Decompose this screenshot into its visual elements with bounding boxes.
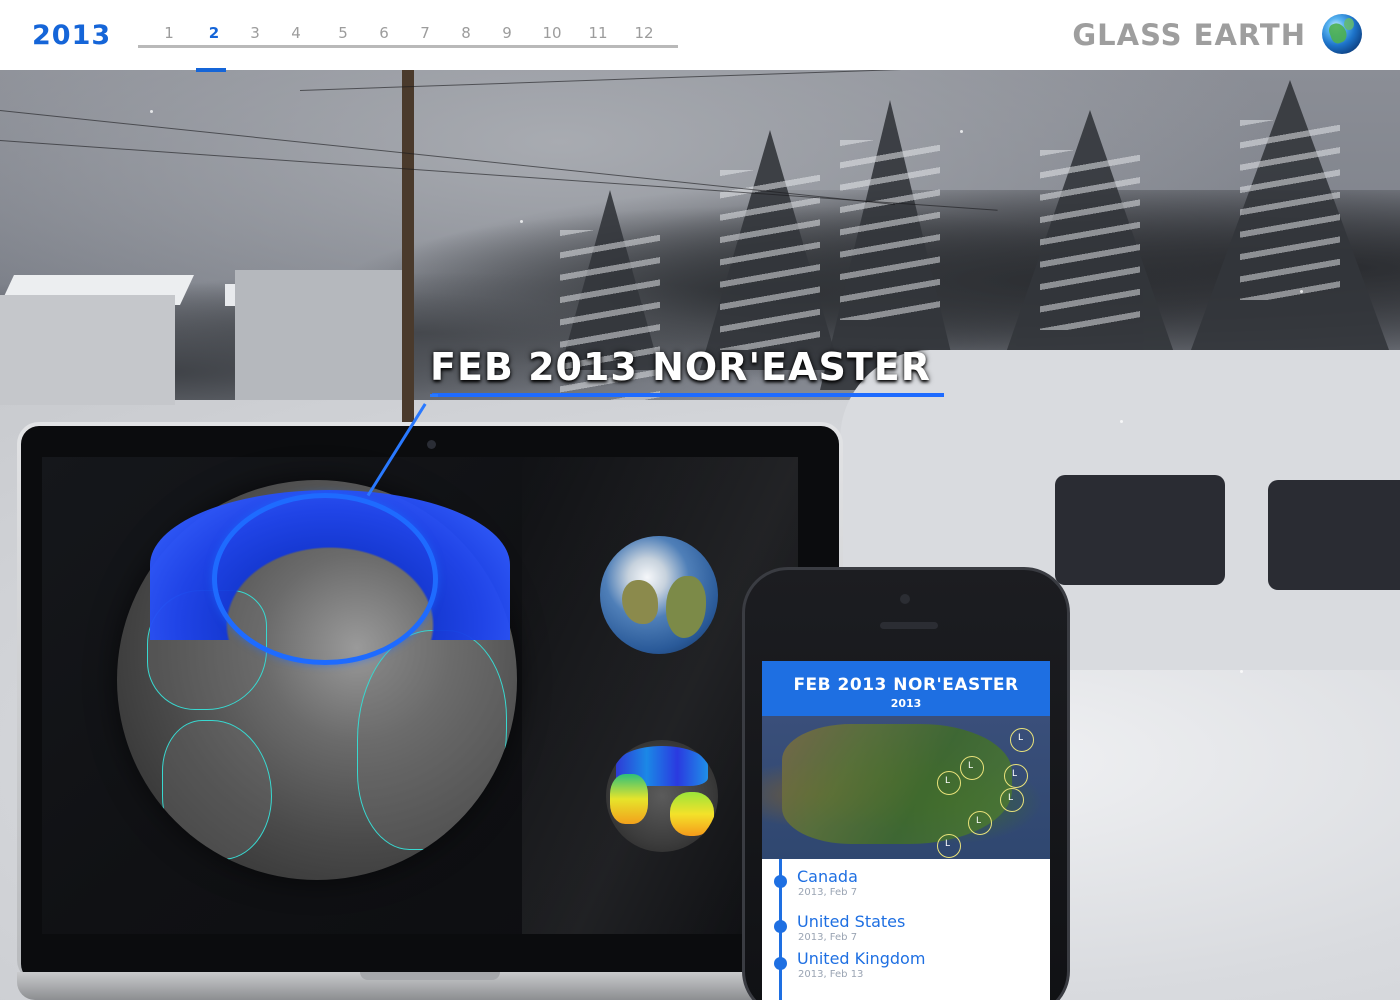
active-month-marker: [196, 68, 226, 72]
month-6[interactable]: 6: [369, 24, 399, 42]
storm-marker[interactable]: [1004, 764, 1028, 788]
month-selector: 1 2 3 4 5 6 7 8 9 10 11 12: [138, 24, 678, 72]
storm-marker[interactable]: [1000, 788, 1024, 812]
heat-band: [610, 774, 648, 824]
event-timeline: Canada 2013, Feb 7 United States 2013, F…: [762, 859, 1050, 1000]
snowflake: [1120, 420, 1123, 423]
month-2[interactable]: 2: [199, 24, 229, 42]
timeline-location: Canada: [797, 867, 858, 886]
month-7[interactable]: 7: [410, 24, 440, 42]
temperature-globe-thumbnail[interactable]: [606, 740, 718, 852]
continent: [666, 576, 706, 638]
timeline-date: 2013, Feb 7: [798, 887, 858, 898]
laptop-notch: [360, 972, 500, 980]
pine-tree: [1180, 80, 1400, 380]
timeline-location: United Kingdom: [797, 949, 926, 968]
timeline-dot: [774, 875, 787, 888]
globe-icon[interactable]: [1322, 14, 1362, 54]
snowflake: [520, 220, 523, 223]
pine-tree: [1000, 110, 1180, 370]
callout-connector: [430, 394, 438, 397]
month-3[interactable]: 3: [240, 24, 270, 42]
continent-outline: [162, 720, 272, 860]
storm-marker[interactable]: [968, 811, 992, 835]
weather-map[interactable]: [762, 716, 1050, 859]
brand-name[interactable]: GLASS EARTH: [1072, 18, 1306, 52]
storm-marker[interactable]: [1010, 728, 1034, 752]
phone-screen: FEB 2013 NOR'EASTER 2013 Canada 2013, Fe…: [762, 661, 1050, 1000]
phone-event-year: 2013: [890, 697, 922, 710]
storm-marker[interactable]: [937, 834, 961, 858]
phone-header: FEB 2013 NOR'EASTER 2013: [762, 661, 1050, 716]
event-callout-title: FEB 2013 NOR'EASTER: [430, 345, 931, 389]
timeline-location: United States: [797, 912, 906, 931]
house: [235, 270, 405, 400]
timeline-date: 2013, Feb 13: [798, 969, 864, 980]
timeline-dot: [774, 920, 787, 933]
month-11[interactable]: 11: [583, 24, 613, 42]
top-bar: 2013 1 2 3 4 5 6 7 8 9 10 11 12 GLASS EA…: [0, 0, 1400, 72]
snowflake: [960, 130, 963, 133]
month-5[interactable]: 5: [328, 24, 358, 42]
continent: [622, 580, 658, 624]
camera-icon: [900, 594, 910, 604]
utility-pole: [402, 70, 414, 440]
timeline-item[interactable]: Canada 2013, Feb 7: [762, 859, 1050, 899]
phone-speaker: [880, 622, 938, 629]
month-10[interactable]: 10: [537, 24, 567, 42]
month-4[interactable]: 4: [281, 24, 311, 42]
camera-icon: [427, 440, 436, 449]
earth-globe-thumbnail[interactable]: [600, 536, 718, 654]
snowflake: [1300, 290, 1303, 293]
house: [0, 295, 175, 405]
month-8[interactable]: 8: [451, 24, 481, 42]
heat-band: [670, 792, 714, 836]
year-label[interactable]: 2013: [32, 20, 111, 51]
pine-tree: [560, 190, 660, 410]
storm-highlight-ring[interactable]: [212, 493, 438, 665]
timeline-item[interactable]: United States 2013, Feb 7: [762, 904, 1050, 944]
storm-marker[interactable]: [960, 756, 984, 780]
phone-event-title: FEB 2013 NOR'EASTER: [793, 675, 1019, 695]
van-window: [1268, 480, 1400, 590]
snowflake: [1240, 670, 1243, 673]
storm-marker[interactable]: [937, 771, 961, 795]
timeline-dot: [774, 957, 787, 970]
snowflake: [150, 110, 153, 113]
month-1[interactable]: 1: [154, 24, 184, 42]
van-window: [1055, 475, 1225, 585]
month-12[interactable]: 12: [629, 24, 659, 42]
callout-underline: [432, 393, 944, 397]
timeline-item[interactable]: United Kingdom 2013, Feb 13: [762, 941, 1050, 981]
pine-tree: [700, 130, 840, 370]
month-9[interactable]: 9: [492, 24, 522, 42]
